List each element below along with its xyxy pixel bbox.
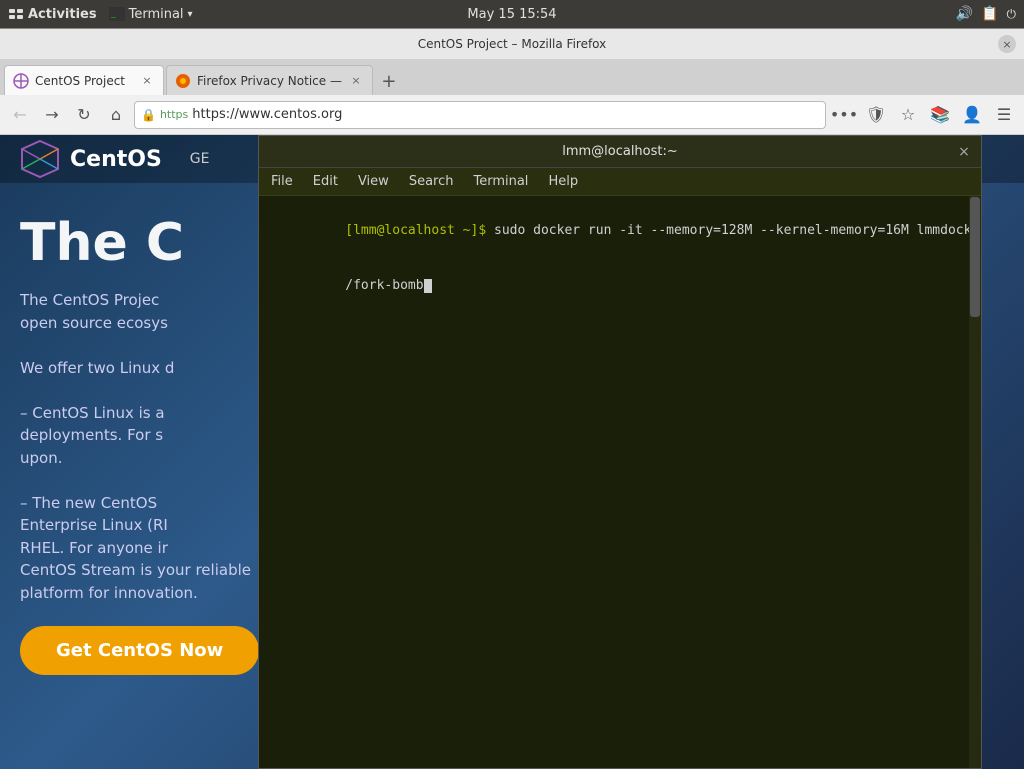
terminal-window: lmm@localhost:~ × File Edit View Search … <box>258 135 982 769</box>
refresh-button[interactable]: ↻ <box>70 101 98 129</box>
tab-privacy-close[interactable]: × <box>348 73 364 89</box>
shield-icon: 🛡 <box>866 105 886 124</box>
back-button[interactable]: ← <box>6 101 34 129</box>
terminal-prompt: [lmm@localhost ~]$ <box>345 223 494 238</box>
terminal-command: sudo docker run -it --memory=128M --kern… <box>494 223 971 238</box>
terminal-titlebar: lmm@localhost:~ × <box>259 136 981 168</box>
tab-centos[interactable]: CentOS Project × <box>4 65 164 95</box>
reading-list-button[interactable]: 📚 <box>926 101 954 129</box>
url-https-icon: https <box>160 108 188 121</box>
browser-content: CentOS GE The C The CentOS Projec open s… <box>0 135 1024 769</box>
more-options-button[interactable]: ••• <box>830 101 858 129</box>
nav-actions: ••• 🛡 ☆ 📚 👤 ☰ <box>830 101 1018 129</box>
centos-logo-icon <box>20 139 60 179</box>
tab-privacy[interactable]: Firefox Privacy Notice — × <box>166 65 373 95</box>
terminal-menu-view[interactable]: View <box>350 172 397 191</box>
home-button[interactable]: ⌂ <box>102 101 130 129</box>
power-icon[interactable]: ⏻ <box>1007 7 1017 22</box>
network-icon[interactable]: 📋 <box>981 6 998 22</box>
terminal-app-button[interactable]: _ Terminal ▾ <box>109 7 193 22</box>
refresh-icon: ↻ <box>77 105 90 124</box>
account-icon: 👤 <box>962 105 982 124</box>
system-datetime: May 15 15:54 <box>467 7 556 22</box>
firefox-titlebar-close[interactable]: × <box>998 35 1016 53</box>
url-bar[interactable]: 🔒 https https://www.centos.org <box>134 101 826 129</box>
terminal-scrollbar[interactable] <box>969 196 981 768</box>
forward-button[interactable]: → <box>38 101 66 129</box>
shield-button[interactable]: 🛡 <box>862 101 890 129</box>
terminal-body[interactable]: [lmm@localhost ~]$ sudo docker run -it -… <box>259 196 981 768</box>
bookmark-button[interactable]: ☆ <box>894 101 922 129</box>
system-bar-left: Activities _ Terminal ▾ <box>8 6 193 22</box>
terminal-cursor <box>424 279 432 293</box>
more-dots-icon: ••• <box>830 105 858 124</box>
terminal-menu-file[interactable]: File <box>263 172 301 191</box>
firefox-titlebar: CentOS Project – Mozilla Firefox × <box>0 29 1024 59</box>
firefox-window: CentOS Project – Mozilla Firefox × CentO… <box>0 28 1024 769</box>
new-tab-button[interactable]: + <box>375 67 403 95</box>
terminal-title: lmm@localhost:~ <box>562 144 678 159</box>
activities-icon <box>8 6 24 22</box>
terminal-menu-terminal[interactable]: Terminal <box>465 172 536 191</box>
terminal-app-icon: _ <box>109 7 125 21</box>
firefox-title: CentOS Project – Mozilla Firefox <box>418 37 607 51</box>
centos-cta-button[interactable]: Get CentOS Now <box>20 626 259 675</box>
system-bar-right: 🔊 📋 ⏻ <box>956 6 1016 22</box>
reading-icon: 📚 <box>930 105 950 124</box>
terminal-command-line: [lmm@localhost ~]$ sudo docker run -it -… <box>267 204 973 259</box>
terminal-command-cont: /fork-bomb <box>345 278 423 293</box>
terminal-menubar: File Edit View Search Terminal Help <box>259 168 981 196</box>
system-bar: Activities _ Terminal ▾ May 15 15:54 🔊 📋… <box>0 0 1024 28</box>
firefox-account-button[interactable]: 👤 <box>958 101 986 129</box>
centos-nav-ge[interactable]: GE <box>182 147 218 171</box>
terminal-scrollbar-thumb <box>970 197 980 317</box>
centos-logo-text: CentOS <box>70 147 162 172</box>
hamburger-icon: ☰ <box>997 105 1011 124</box>
svg-text:_: _ <box>110 11 116 20</box>
centos-hero-desc: The CentOS Projec open source ecosys We … <box>20 289 280 604</box>
centos-logo: CentOS <box>20 139 162 179</box>
star-icon: ☆ <box>901 105 915 124</box>
terminal-menu-edit[interactable]: Edit <box>305 172 346 191</box>
terminal-close-button[interactable]: × <box>955 143 973 161</box>
home-icon: ⌂ <box>111 105 121 124</box>
secure-icon: 🔒 <box>141 108 156 122</box>
centos-tab-icon <box>13 73 29 89</box>
terminal-app-arrow: ▾ <box>188 9 193 20</box>
nav-bar: ← → ↻ ⌂ 🔒 https https://www.centos.org •… <box>0 95 1024 135</box>
tab-centos-label: CentOS Project <box>35 74 133 88</box>
tab-bar: CentOS Project × Firefox Privacy Notice … <box>0 59 1024 95</box>
forward-icon: → <box>45 105 58 124</box>
tab-centos-close[interactable]: × <box>139 73 155 89</box>
tab-privacy-label: Firefox Privacy Notice — <box>197 74 342 88</box>
activities-button[interactable]: Activities <box>8 6 97 22</box>
terminal-menu-search[interactable]: Search <box>401 172 462 191</box>
hamburger-menu-button[interactable]: ☰ <box>990 101 1018 129</box>
back-icon: ← <box>13 105 26 124</box>
terminal-close-icon: × <box>958 144 970 160</box>
terminal-command-line2: /fork-bomb <box>267 259 973 314</box>
firefox-tab-icon <box>175 73 191 89</box>
terminal-menu-help[interactable]: Help <box>540 172 586 191</box>
volume-icon[interactable]: 🔊 <box>956 6 973 22</box>
url-text: https://www.centos.org <box>192 107 819 122</box>
